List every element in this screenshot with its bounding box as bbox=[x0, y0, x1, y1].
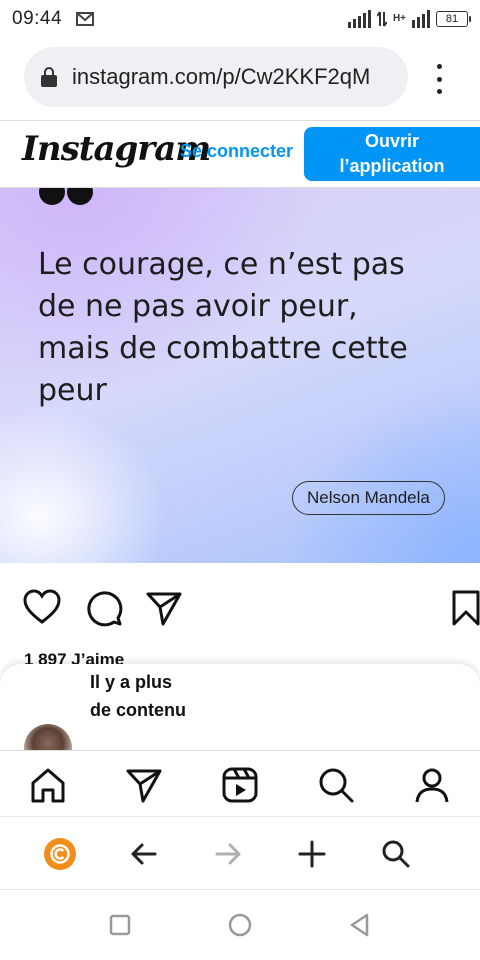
bookmark-icon[interactable] bbox=[446, 588, 480, 628]
signal-strength-icon bbox=[347, 10, 371, 28]
search-icon[interactable] bbox=[316, 765, 356, 805]
new-tab-icon[interactable] bbox=[295, 837, 329, 871]
home-icon[interactable] bbox=[28, 765, 68, 805]
data-transfer-icon bbox=[376, 11, 387, 27]
profile-icon[interactable] bbox=[412, 765, 452, 805]
gmail-notification-icon bbox=[76, 12, 95, 26]
recents-icon[interactable] bbox=[107, 912, 133, 938]
browser-toolbar: instagram.com/p/Cw2KKF2qM bbox=[0, 38, 480, 120]
home-circle-icon[interactable] bbox=[227, 912, 253, 938]
status-time: 09:44 bbox=[12, 8, 63, 29]
instagram-bottom-nav bbox=[0, 750, 480, 816]
browser-bottom-bar bbox=[0, 816, 480, 890]
back-arrow-icon[interactable] bbox=[127, 837, 161, 871]
browser-logo-icon[interactable] bbox=[43, 837, 77, 871]
instagram-header: Instagram Se connecter Ouvrir l’applicat… bbox=[0, 120, 480, 188]
like-heart-icon[interactable] bbox=[22, 588, 62, 628]
android-navigation-bar bbox=[0, 890, 480, 960]
reels-icon[interactable] bbox=[220, 765, 260, 805]
author-badge: Nelson Mandela bbox=[292, 481, 445, 515]
network-type-label: H+ bbox=[392, 13, 406, 24]
battery-level: 81 bbox=[445, 13, 459, 25]
share-send-icon[interactable] bbox=[144, 588, 184, 628]
comment-icon[interactable] bbox=[84, 588, 124, 628]
status-indicators: H+ 81 bbox=[347, 10, 471, 28]
quote-text: Le courage, ce n’est pas de ne pas avoir… bbox=[38, 247, 408, 408]
signal-strength-icon-2 bbox=[412, 10, 430, 28]
quote-mark-icon bbox=[39, 188, 93, 205]
status-bar: 09:44 H+ 81 bbox=[0, 0, 480, 38]
url-text[interactable]: instagram.com/p/Cw2KKF2qM bbox=[72, 64, 370, 90]
open-app-label-line2: l’application bbox=[339, 156, 445, 176]
more-options-icon[interactable] bbox=[430, 64, 448, 94]
avatar bbox=[24, 724, 72, 750]
lock-icon[interactable] bbox=[40, 67, 58, 87]
open-app-label-line1: Ouvrir bbox=[364, 131, 420, 151]
send-icon[interactable] bbox=[124, 765, 164, 805]
forward-arrow-icon[interactable] bbox=[211, 837, 245, 871]
post-image[interactable]: Le courage, ce n’est pas de ne pas avoir… bbox=[0, 188, 480, 563]
more-content-text: Il y a plus de contenu bbox=[90, 672, 187, 720]
back-triangle-icon[interactable] bbox=[347, 912, 373, 938]
search-icon[interactable] bbox=[379, 837, 413, 871]
login-link[interactable]: Se connecter bbox=[180, 141, 293, 162]
open-app-button[interactable]: Ouvrir l’application bbox=[304, 127, 480, 181]
more-content-sheet[interactable]: Il y a plus de contenu bbox=[0, 664, 480, 750]
post-actions bbox=[0, 588, 480, 632]
battery-icon: 81 bbox=[436, 11, 471, 27]
address-bar[interactable]: instagram.com/p/Cw2KKF2qM bbox=[24, 47, 408, 107]
